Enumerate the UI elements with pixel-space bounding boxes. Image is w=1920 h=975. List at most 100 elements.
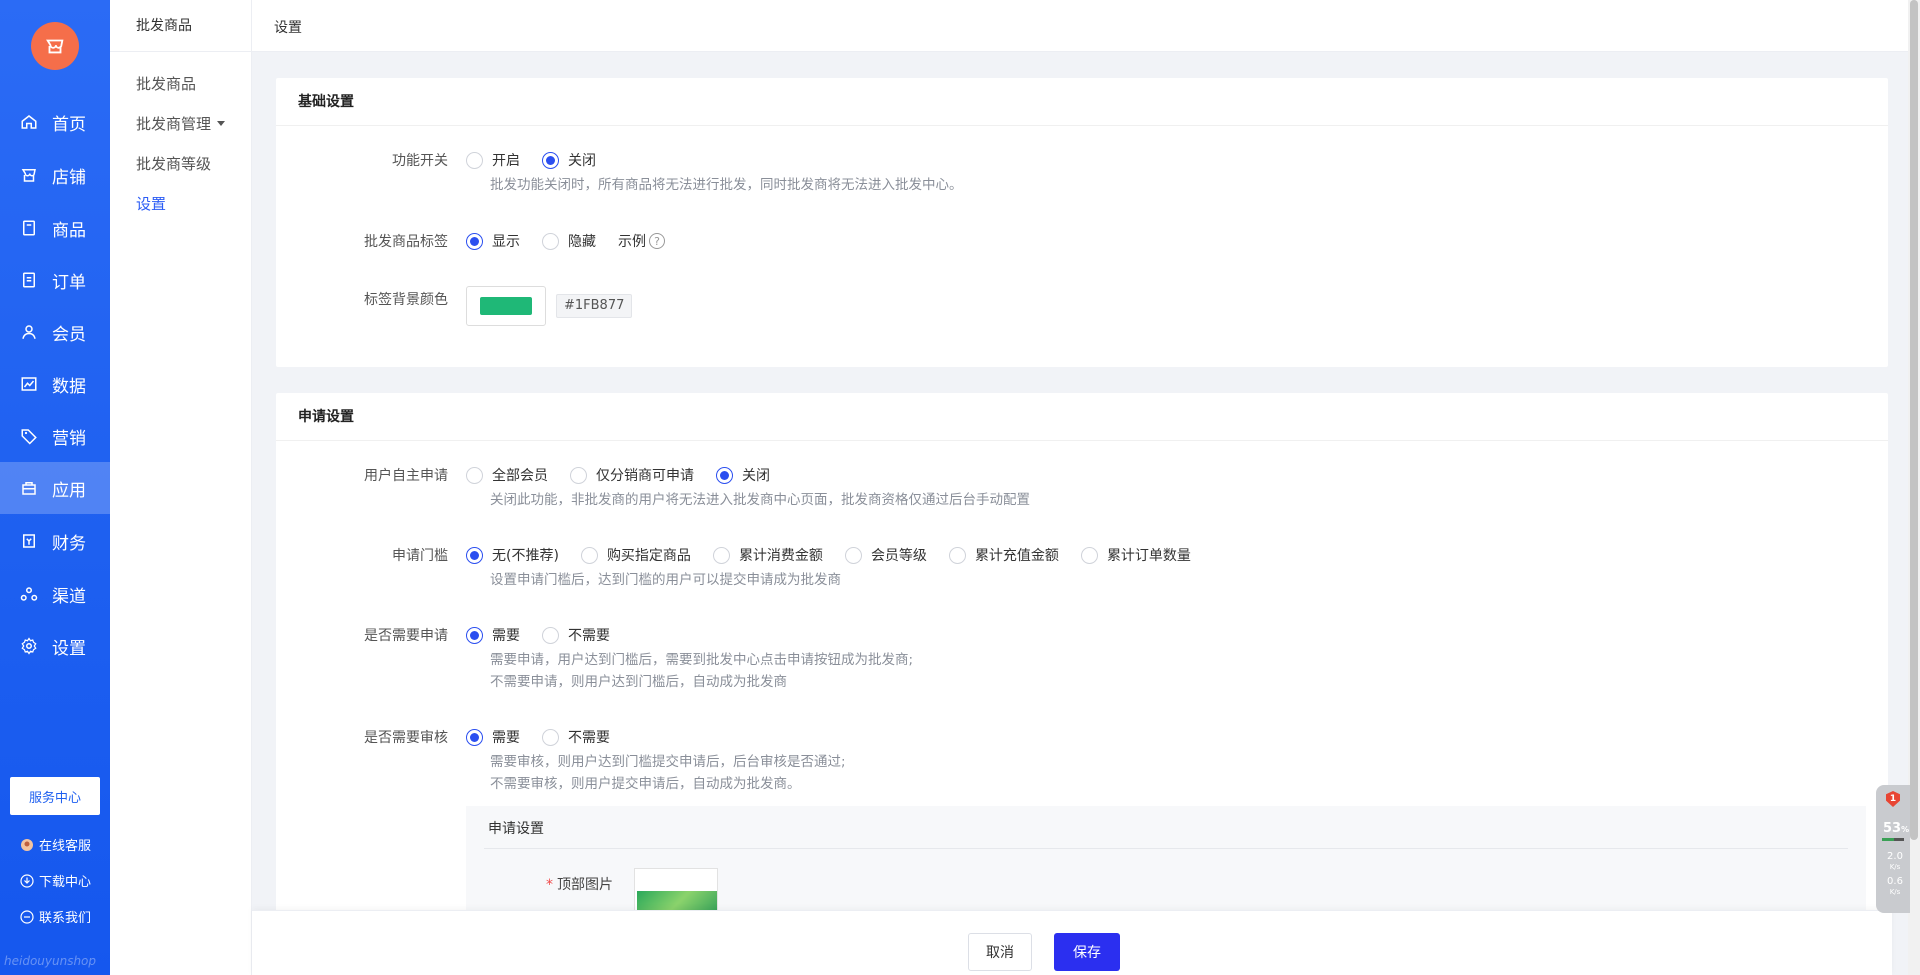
nav-item-home[interactable]: 首页 xyxy=(0,96,110,148)
gear-icon xyxy=(19,636,39,656)
home-icon xyxy=(19,112,39,132)
nav-item-finance[interactable]: 财务 xyxy=(0,515,110,567)
action-footer: 取消 保存 xyxy=(252,910,1892,975)
subnav-item-settings[interactable]: 设置 xyxy=(136,193,166,214)
card-title: 申请设置 xyxy=(276,393,1888,441)
radio-feature-off[interactable]: 关闭 xyxy=(542,150,596,170)
nav-label: 设置 xyxy=(52,638,86,659)
threshold-help: 设置申请门槛后，达到门槛的用户可以提交申请成为批发商 xyxy=(490,572,841,588)
nav-label: 订单 xyxy=(52,272,86,293)
radio-need-apply-no[interactable]: 不需要 xyxy=(542,625,610,645)
order-icon xyxy=(19,270,39,290)
nav-label: 会员 xyxy=(52,324,86,345)
nav-item-goods[interactable]: 商品 xyxy=(0,202,110,254)
radio-dot-selected xyxy=(466,232,483,250)
radio-apply-all[interactable]: 全部会员 xyxy=(466,465,548,485)
radio-apply-off[interactable]: 关闭 xyxy=(716,465,770,485)
top-image-text: 顶部图片 xyxy=(557,877,613,893)
radio-feature-on[interactable]: 开启 xyxy=(466,150,520,170)
online-service-link[interactable]: 在线客服 xyxy=(20,835,91,854)
subnav-item-wholesale-goods[interactable]: 批发商品 xyxy=(136,73,196,94)
nav-item-member[interactable]: 会员 xyxy=(0,306,110,358)
nav-item-settings[interactable]: 设置 xyxy=(0,620,110,672)
example-link[interactable]: 示例? xyxy=(618,231,665,251)
radio-need-review-yes[interactable]: 需要 xyxy=(466,727,520,747)
brand-watermark: heidouyunshop xyxy=(4,954,97,968)
cancel-button[interactable]: 取消 xyxy=(968,933,1032,971)
radio-threshold-none[interactable]: 无(不推荐) xyxy=(466,545,559,565)
radio-dot-selected xyxy=(466,546,483,564)
question-icon: ? xyxy=(649,233,665,249)
radio-dot-selected xyxy=(716,466,733,484)
example-label: 示例 xyxy=(618,234,646,250)
caret-down-icon xyxy=(217,121,226,126)
radio-tag-show[interactable]: 显示 xyxy=(466,231,520,251)
radio-apply-distributor[interactable]: 仅分销商可申请 xyxy=(570,465,694,485)
radio-dot xyxy=(542,232,559,250)
radio-threshold-spend[interactable]: 累计消费金额 xyxy=(712,545,823,565)
need-apply-help-2: 不需要申请，则用户达到门槛后，自动成为批发商 xyxy=(490,674,787,690)
radio-label: 需要 xyxy=(492,730,520,746)
save-button[interactable]: 保存 xyxy=(1054,933,1120,971)
goods-icon xyxy=(19,218,39,238)
radio-threshold-goods[interactable]: 购买指定商品 xyxy=(580,545,691,565)
nav-label: 应用 xyxy=(52,480,86,501)
sub-sidebar: 批发商品 批发商品 批发商管理 批发商等级 设置 xyxy=(110,0,252,975)
apply-settings-card: 申请设置 用户自主申请 全部会员 仅分销商可申请 关闭 关闭此功能，非批发商的用… xyxy=(276,393,1888,975)
avatar-icon xyxy=(20,838,34,852)
cpu-usage-bar xyxy=(1882,838,1904,841)
nav-label: 渠道 xyxy=(52,586,86,607)
nav-item-store[interactable]: 店铺 xyxy=(0,149,110,201)
download-value: 0.6 xyxy=(1887,876,1903,887)
download-center-link[interactable]: 下载中心 xyxy=(20,871,91,890)
nav-item-order[interactable]: 订单 xyxy=(0,254,110,306)
divider xyxy=(484,848,1848,849)
radio-label: 会员等级 xyxy=(870,548,927,564)
radio-threshold-orders[interactable]: 累计订单数量 xyxy=(1080,545,1191,565)
main-content: 基础设置 功能开关 开启 关闭 批发功能关闭时，所有商品将无法进行批发，同时批发… xyxy=(252,52,1920,975)
subnav-label: 批发商管理 xyxy=(136,115,212,133)
contact-us-link[interactable]: 联系我们 xyxy=(20,907,91,926)
nav-item-app[interactable]: 应用 xyxy=(0,462,110,514)
need-apply-help-1: 需要申请，用户达到门槛后，需要到批发中心点击申请按钮成为批发商; xyxy=(490,652,914,668)
radio-threshold-level[interactable]: 会员等级 xyxy=(844,545,927,565)
chat-icon xyxy=(20,909,34,924)
feature-switch-group: 开启 关闭 xyxy=(466,150,618,170)
store-logo[interactable] xyxy=(31,22,79,70)
self-apply-help: 关闭此功能，非批发商的用户将无法进入批发商中心页面，批发商资格仅通过后台手动配置 xyxy=(490,492,1030,508)
nav-label: 首页 xyxy=(52,114,86,135)
nav-item-channel[interactable]: 渠道 xyxy=(0,568,110,620)
top-image-thumbnail[interactable] xyxy=(634,868,718,916)
nav-item-data[interactable]: 数据 xyxy=(0,358,110,410)
nav-item-marketing[interactable]: 营销 xyxy=(0,410,110,462)
tag-icon xyxy=(19,426,39,446)
service-center-button[interactable]: 服务中心 xyxy=(10,777,100,815)
radio-label: 不需要 xyxy=(568,730,610,746)
radio-dot xyxy=(1080,546,1098,564)
subnav-item-wholesaler-manage[interactable]: 批发商管理 xyxy=(136,113,226,134)
radio-need-review-no[interactable]: 不需要 xyxy=(542,727,610,747)
need-review-label: 是否需要审核 xyxy=(364,730,448,746)
member-icon xyxy=(19,322,39,342)
radio-threshold-recharge[interactable]: 累计充值金额 xyxy=(948,545,1059,565)
radio-tag-hide[interactable]: 隐藏 xyxy=(542,231,596,251)
radio-label: 全部会员 xyxy=(492,468,548,484)
radio-dot-selected xyxy=(542,151,559,169)
scrollbar-thumb[interactable] xyxy=(1910,0,1918,840)
self-apply-label: 用户自主申请 xyxy=(364,468,448,484)
cpu-usage-fill xyxy=(1882,838,1894,841)
nav-label: 营销 xyxy=(52,428,86,449)
threshold-label: 申请门槛 xyxy=(392,548,448,564)
color-picker[interactable] xyxy=(466,286,546,326)
subnav-item-wholesaler-level[interactable]: 批发商等级 xyxy=(136,153,211,174)
radio-dot xyxy=(466,151,483,169)
radio-dot xyxy=(712,546,730,564)
radio-dot xyxy=(542,728,559,746)
top-bar: 设置 xyxy=(252,0,1920,52)
cpu-percent: 53% xyxy=(1883,821,1909,836)
radio-need-apply-yes[interactable]: 需要 xyxy=(466,625,520,645)
cpu-unit: % xyxy=(1901,825,1910,834)
system-monitor-widget[interactable]: 1 53% 2.0 K/s 0.6 K/s xyxy=(1876,785,1910,913)
radio-dot xyxy=(466,466,483,484)
feature-switch-label: 功能开关 xyxy=(392,153,448,169)
